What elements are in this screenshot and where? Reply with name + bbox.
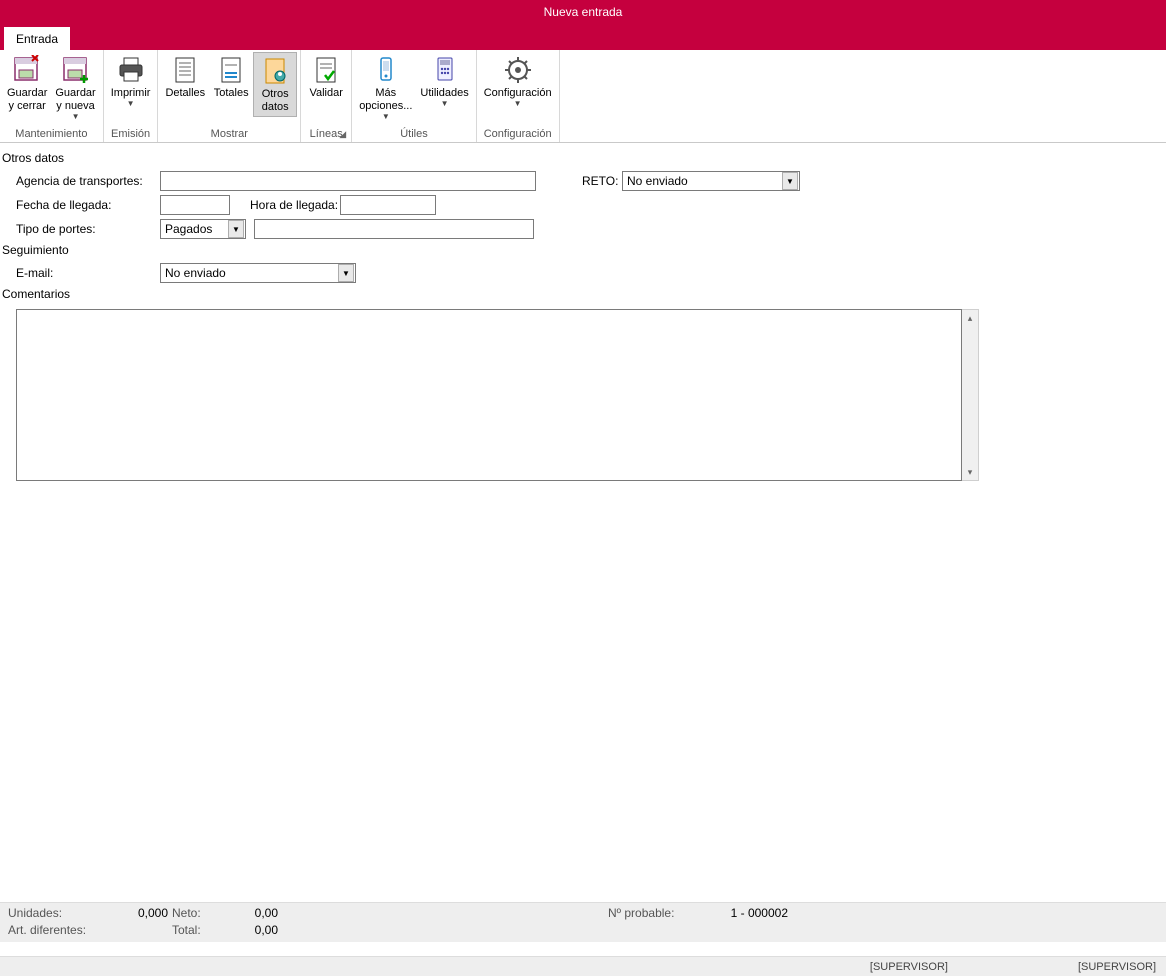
neto-value: 0,00 <box>218 906 278 920</box>
document-check-icon <box>310 54 342 86</box>
hora-input[interactable] <box>340 195 436 215</box>
neto-label: Neto: <box>168 906 218 920</box>
guardar-nueva-button[interactable]: Guardar y nueva ▼ <box>51 52 99 123</box>
chevron-down-icon[interactable]: ▼ <box>228 220 244 238</box>
totales-label: Totales <box>214 87 249 100</box>
status-bar-summary: Unidades:0,000 Neto:0,00 Nº probable:1 -… <box>0 902 1166 942</box>
utilidades-button[interactable]: Utilidades ▼ <box>416 52 472 110</box>
ribbon-group-configuracion: Configuración ▼ Configuración <box>477 50 560 142</box>
unidades-label: Unidades: <box>8 906 128 920</box>
email-combo[interactable]: No enviado ▼ <box>160 263 356 283</box>
tab-entrada[interactable]: Entrada <box>4 27 70 50</box>
tipo-portes-extra-input[interactable] <box>254 219 534 239</box>
ribbon-group-lineas: Validar Líneas ◢ <box>301 50 352 142</box>
art-diferentes-value <box>128 923 168 937</box>
validar-button[interactable]: Validar <box>304 52 348 102</box>
nprobable-label: Nº probable: <box>608 906 708 920</box>
gear-icon <box>502 54 534 86</box>
ribbon-group-mantenimiento: Guardar y cerrar Guardar y nueva ▼ Mante… <box>0 50 104 142</box>
status-user-2: [SUPERVISOR] <box>1078 961 1156 973</box>
window-title: Nueva entrada <box>0 0 1166 24</box>
ribbon-group-label-lineas: Líneas ◢ <box>304 126 348 142</box>
guardar-nueva-label: Guardar y nueva <box>55 87 95 113</box>
section-otros-datos: Otros datos <box>0 149 1166 169</box>
save-new-icon <box>60 54 92 86</box>
phone-icon <box>370 54 402 86</box>
scrollbar-vertical[interactable]: ▴ ▾ <box>962 309 979 481</box>
art-diferentes-label: Art. diferentes: <box>8 923 128 937</box>
comentarios-input[interactable] <box>16 309 962 481</box>
fecha-label: Fecha de llegada: <box>16 198 160 212</box>
tipo-portes-value: Pagados <box>165 222 228 236</box>
chevron-down-icon[interactable]: ▼ <box>782 172 798 190</box>
chevron-down-icon: ▼ <box>514 100 522 108</box>
guardar-cerrar-label: Guardar y cerrar <box>7 87 47 113</box>
otros-datos-button[interactable]: Otros datos <box>253 52 297 117</box>
chevron-down-icon: ▼ <box>382 113 390 121</box>
detalles-label: Detalles <box>165 87 205 100</box>
document-totals-icon <box>215 54 247 86</box>
status-bar-user: [SUPERVISOR] [SUPERVISOR] <box>0 956 1166 976</box>
mas-opciones-label: Más opciones... <box>359 87 412 113</box>
scroll-down-icon[interactable]: ▾ <box>962 464 978 480</box>
ribbon-group-label-utiles: Útiles <box>355 126 473 142</box>
ribbon-group-utiles: Más opciones... ▼ Utilidades ▼ Útiles <box>352 50 477 142</box>
reto-label: RETO: <box>582 174 622 188</box>
document-person-icon <box>259 55 291 87</box>
guardar-cerrar-button[interactable]: Guardar y cerrar <box>3 52 51 115</box>
status-user-1: [SUPERVISOR] <box>870 961 948 973</box>
chevron-down-icon: ▼ <box>127 100 135 108</box>
ribbon-group-label-mantenimiento: Mantenimiento <box>3 126 100 142</box>
hora-label: Hora de llegada: <box>230 198 340 212</box>
ribbon-group-label-configuracion: Configuración <box>480 126 556 142</box>
configuracion-button[interactable]: Configuración ▼ <box>480 52 556 110</box>
save-close-icon <box>11 54 43 86</box>
dialog-launcher-icon[interactable]: ◢ <box>339 129 346 140</box>
document-lines-icon <box>169 54 201 86</box>
tipo-portes-combo[interactable]: Pagados ▼ <box>160 219 246 239</box>
chevron-down-icon[interactable]: ▼ <box>338 264 354 282</box>
agencia-input[interactable] <box>160 171 536 191</box>
validar-label: Validar <box>309 87 342 100</box>
total-value: 0,00 <box>218 923 278 937</box>
reto-value: No enviado <box>627 174 782 188</box>
ribbon-group-mostrar: Detalles Totales Otros datos Mostrar <box>158 50 301 142</box>
printer-icon <box>115 54 147 86</box>
form-area: Otros datos Agencia de transportes: RETO… <box>0 143 1166 481</box>
agencia-label: Agencia de transportes: <box>16 174 160 188</box>
scroll-up-icon[interactable]: ▴ <box>962 310 978 326</box>
imprimir-button[interactable]: Imprimir ▼ <box>107 52 155 110</box>
ribbon-group-emision: Imprimir ▼ Emisión <box>104 50 159 142</box>
nprobable-value: 1 - 000002 <box>708 906 788 920</box>
email-label: E-mail: <box>16 266 160 280</box>
chevron-down-icon: ▼ <box>441 100 449 108</box>
ribbon-group-label-emision: Emisión <box>107 126 155 142</box>
ribbon-group-label-mostrar: Mostrar <box>161 126 297 142</box>
tab-strip: Entrada <box>0 24 1166 50</box>
ribbon: Guardar y cerrar Guardar y nueva ▼ Mante… <box>0 50 1166 143</box>
totales-button[interactable]: Totales <box>209 52 253 102</box>
detalles-button[interactable]: Detalles <box>161 52 209 102</box>
unidades-value: 0,000 <box>128 906 168 920</box>
chevron-down-icon: ▼ <box>72 113 80 121</box>
section-comentarios: Comentarios <box>0 285 1166 305</box>
tipo-portes-label: Tipo de portes: <box>16 222 160 236</box>
calculator-icon <box>429 54 461 86</box>
section-seguimiento: Seguimiento <box>0 241 1166 261</box>
total-label: Total: <box>168 923 218 937</box>
email-value: No enviado <box>165 266 338 280</box>
mas-opciones-button[interactable]: Más opciones... ▼ <box>355 52 416 123</box>
otros-datos-label: Otros datos <box>262 88 289 114</box>
reto-combo[interactable]: No enviado ▼ <box>622 171 800 191</box>
fecha-input[interactable] <box>160 195 230 215</box>
